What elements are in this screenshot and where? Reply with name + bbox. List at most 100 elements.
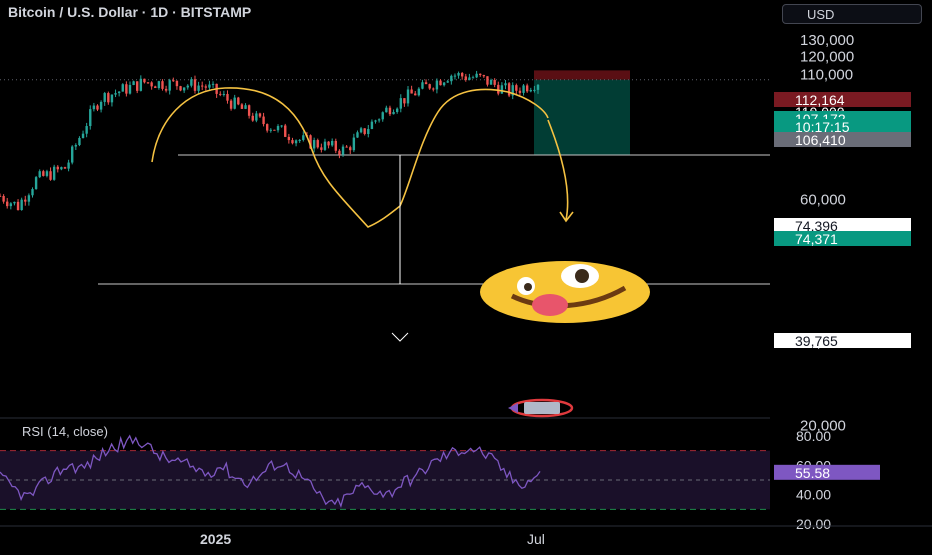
price-axis-tick: 110,000 bbox=[800, 66, 853, 83]
candle-body bbox=[240, 104, 244, 109]
double-top-drawing bbox=[151, 87, 549, 228]
candle-body bbox=[27, 195, 31, 202]
candle-body bbox=[479, 73, 482, 76]
candle-body bbox=[515, 85, 518, 91]
candle-body bbox=[486, 76, 489, 85]
candle-body bbox=[121, 84, 124, 92]
candle-body bbox=[219, 93, 222, 95]
candle-body bbox=[323, 141, 327, 150]
candle-body bbox=[229, 100, 233, 109]
candle-body bbox=[536, 84, 540, 90]
candle-body bbox=[20, 199, 23, 211]
candle-body bbox=[504, 83, 507, 86]
candle-body bbox=[117, 91, 121, 94]
candle-body bbox=[457, 73, 460, 76]
candle-body bbox=[403, 98, 406, 104]
candle-body bbox=[435, 80, 439, 90]
candle-body bbox=[204, 86, 208, 88]
candle-body bbox=[525, 85, 529, 92]
candle-body bbox=[410, 89, 413, 94]
candle-body bbox=[312, 140, 316, 149]
price-chart[interactable]: 130,000120,000110,00090,00080,00060,0005… bbox=[0, 0, 932, 550]
candle-body bbox=[139, 78, 143, 91]
candle-body bbox=[0, 195, 2, 197]
candle-body bbox=[370, 121, 374, 129]
candle-body bbox=[280, 125, 283, 127]
candle-body bbox=[85, 126, 88, 134]
candle-body bbox=[338, 150, 341, 155]
candle-body bbox=[475, 73, 478, 78]
candle-body bbox=[522, 85, 525, 93]
candle-body bbox=[99, 101, 103, 110]
candle-body bbox=[233, 97, 236, 109]
candle-body bbox=[460, 73, 464, 77]
candle-body bbox=[345, 146, 348, 148]
candle-body bbox=[24, 199, 27, 202]
candle-body bbox=[406, 89, 410, 104]
candle-body bbox=[45, 171, 49, 176]
candle-body bbox=[237, 97, 240, 105]
candle-body bbox=[273, 129, 276, 131]
price-label: 106,410 bbox=[795, 132, 846, 148]
currency-button[interactable]: USD bbox=[782, 4, 922, 24]
candle-body bbox=[255, 113, 258, 121]
candle-body bbox=[175, 80, 179, 87]
price-axis-tick: 60,000 bbox=[800, 191, 846, 208]
candle-body bbox=[388, 107, 392, 115]
rsi-axis-tick: 40.00 bbox=[796, 487, 831, 503]
candle-body bbox=[125, 84, 128, 94]
candle-body bbox=[193, 79, 197, 91]
candle-body bbox=[71, 146, 74, 163]
candle-body bbox=[507, 83, 511, 96]
candle-body bbox=[258, 113, 262, 117]
rsi-axis-tick: 20.00 bbox=[796, 516, 831, 532]
candle-body bbox=[298, 139, 301, 141]
candle-body bbox=[450, 75, 453, 82]
candle-body bbox=[453, 75, 457, 77]
candle-body bbox=[489, 79, 493, 85]
candle-body bbox=[168, 80, 171, 91]
candle-body bbox=[179, 86, 182, 91]
candle-body bbox=[244, 105, 247, 109]
candle-body bbox=[107, 93, 110, 103]
candle-body bbox=[518, 90, 522, 93]
candle-body bbox=[42, 171, 45, 176]
candle-body bbox=[500, 85, 504, 94]
candle-body bbox=[52, 166, 56, 180]
candle-body bbox=[316, 140, 319, 148]
candle-body bbox=[13, 201, 16, 204]
price-axis-tick: 130,000 bbox=[800, 32, 854, 49]
candle-body bbox=[128, 84, 132, 94]
candle-body bbox=[34, 177, 38, 190]
candle-body bbox=[136, 81, 139, 91]
candle-body bbox=[186, 85, 189, 88]
price-label: 74,371 bbox=[795, 231, 838, 247]
candle-body bbox=[226, 93, 229, 101]
candle-body bbox=[6, 201, 9, 207]
candle-body bbox=[330, 140, 334, 146]
candle-body bbox=[2, 195, 5, 202]
emoji-pupil-left bbox=[524, 283, 532, 291]
candle-body bbox=[356, 132, 359, 138]
price-label: 39,765 bbox=[795, 333, 838, 349]
candle-body bbox=[56, 166, 59, 170]
candle-body bbox=[334, 140, 337, 151]
price-axis-tick: 120,000 bbox=[800, 48, 854, 65]
candle-body bbox=[60, 167, 63, 170]
candle-body bbox=[49, 171, 52, 180]
candle-body bbox=[392, 111, 395, 115]
candle-body bbox=[294, 140, 298, 144]
candle-body bbox=[157, 81, 161, 89]
candle-body bbox=[222, 93, 226, 95]
candle-body bbox=[302, 135, 305, 140]
candle-body bbox=[327, 141, 330, 146]
candle-body bbox=[201, 85, 204, 87]
rsi-axis-tick: 80.00 bbox=[796, 428, 831, 444]
candle-body bbox=[529, 89, 532, 92]
chart-title: Bitcoin / U.S. Dollar · 1D · BITSTAMP bbox=[8, 4, 252, 20]
candle-body bbox=[16, 201, 20, 211]
flag-body bbox=[524, 402, 560, 414]
candle-body bbox=[464, 76, 467, 80]
candle-body bbox=[211, 83, 215, 85]
candle-body bbox=[262, 116, 265, 125]
